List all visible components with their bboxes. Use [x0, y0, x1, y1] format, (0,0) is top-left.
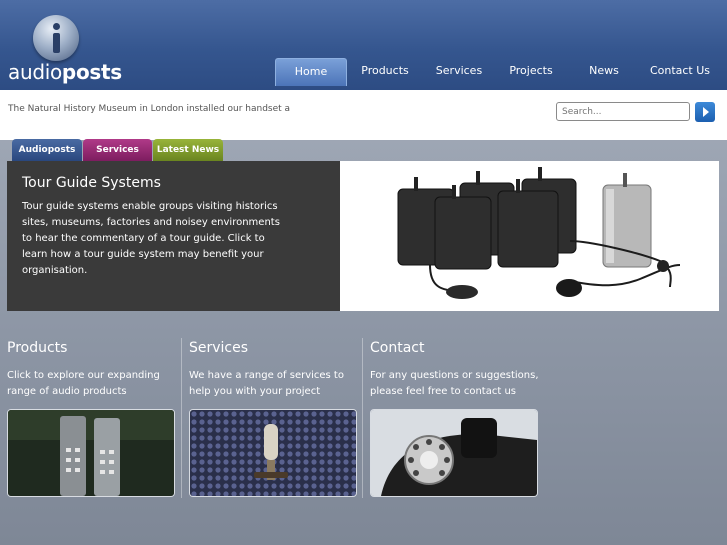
products-text: Click to explore our expanding range of … — [7, 370, 160, 397]
column-divider — [181, 338, 182, 498]
tab-latest-news[interactable]: Latest News — [153, 139, 223, 161]
feature-title: Tour Guide Systems — [22, 175, 161, 191]
news-ticker[interactable]: The Natural History Museum in London ins… — [8, 104, 290, 114]
search-input[interactable] — [556, 102, 690, 121]
products-image[interactable] — [7, 409, 175, 497]
nav-services[interactable]: Services — [423, 58, 495, 86]
contact-heading[interactable]: Contact — [370, 340, 540, 356]
contact-column: Contact For any questions or suggestions… — [370, 340, 540, 400]
services-column: Services We have a range of services to … — [189, 340, 359, 400]
feature-text-box: Tour Guide Systems Tour guide systems en… — [7, 161, 340, 311]
logo-wordmark[interactable]: audioposts — [8, 60, 122, 84]
nav-products[interactable]: Products — [347, 58, 423, 86]
services-text: We have a range of services to help you … — [189, 370, 344, 397]
main-nav: Home Products Services Projects News Con… — [275, 58, 719, 86]
contact-image[interactable] — [370, 409, 538, 497]
products-column: Products Click to explore our expanding … — [7, 340, 177, 400]
services-heading[interactable]: Services — [189, 340, 359, 356]
products-heading[interactable]: Products — [7, 340, 177, 356]
search-submit-button[interactable] — [695, 102, 715, 122]
feature-description: Tour guide systems enable groups visitin… — [22, 201, 280, 276]
nav-projects[interactable]: Projects — [495, 58, 567, 86]
tour-guide-devices-image[interactable] — [340, 161, 719, 311]
nav-news[interactable]: News — [567, 58, 641, 86]
logo-icon[interactable] — [33, 15, 79, 61]
tab-services[interactable]: Services — [83, 139, 152, 161]
contact-text: For any questions or suggestions, please… — [370, 370, 539, 397]
nav-contact-us[interactable]: Contact Us — [641, 58, 719, 86]
site-header: audioposts Home Products Services Projec… — [0, 0, 727, 90]
services-image[interactable] — [189, 409, 357, 497]
tab-audioposts[interactable]: Audioposts — [12, 139, 82, 161]
feature-panel[interactable]: Tour Guide Systems Tour guide systems en… — [7, 161, 719, 311]
column-divider — [362, 338, 363, 498]
nav-home[interactable]: Home — [275, 58, 347, 86]
